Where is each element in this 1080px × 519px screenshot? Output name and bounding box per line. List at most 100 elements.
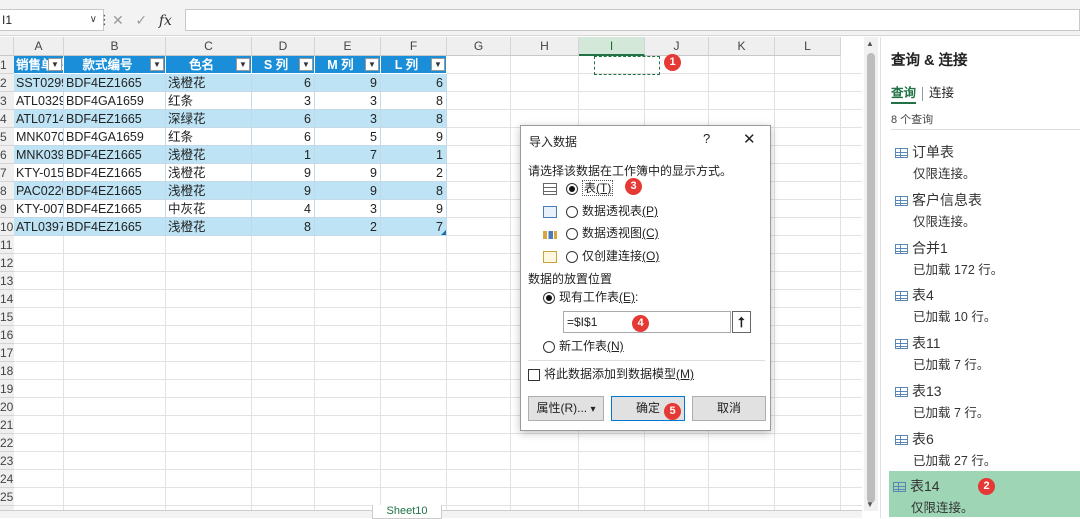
column-header-j[interactable]: J <box>645 37 709 56</box>
row-header-2[interactable]: 2 <box>0 74 14 92</box>
table-cell[interactable]: 9 <box>381 128 447 146</box>
cancel-button[interactable]: 取消 <box>692 396 766 421</box>
row-header-3[interactable]: 3 <box>0 92 14 110</box>
formula-bar-more-icon[interactable]: ⋮ <box>98 9 111 31</box>
table-cell[interactable]: BDF4EZ1665 <box>64 74 166 92</box>
table-cell[interactable]: BDF4EZ1665 <box>64 200 166 218</box>
selected-cell-I1[interactable] <box>594 56 660 75</box>
table-cell[interactable]: 3 <box>315 200 381 218</box>
table-cell[interactable]: PAC022093zm <box>14 182 64 200</box>
close-icon[interactable]: ✕ <box>743 130 756 148</box>
table-header-cell[interactable]: 销售单号 ▼ <box>14 56 64 74</box>
existing-sheet-radio[interactable] <box>543 291 555 304</box>
table-cell[interactable]: 7 <box>315 146 381 164</box>
option-pivot-table[interactable]: 数据透视表(P) <box>543 202 658 220</box>
insert-function-icon[interactable]: fx <box>159 13 172 29</box>
row-header-15[interactable]: 15 <box>0 308 14 326</box>
table-cell[interactable]: 3 <box>252 92 315 110</box>
vertical-scrollbar[interactable]: ▲ ▼ <box>864 37 878 511</box>
table-resize-handle[interactable] <box>441 230 446 235</box>
scroll-up-icon[interactable]: ▲ <box>866 39 874 48</box>
row-header-21[interactable]: 21 <box>0 416 14 434</box>
query-item[interactable]: 表4 已加载 10 行。 <box>891 280 1080 326</box>
row-header-12[interactable]: 12 <box>0 254 14 272</box>
formula-input[interactable] <box>185 9 1080 31</box>
table-cell[interactable]: 5 <box>315 128 381 146</box>
table-cell[interactable]: 红条 <box>166 128 252 146</box>
table-cell[interactable]: 1 <box>252 146 315 164</box>
option-new-sheet[interactable]: 新工作表(N) <box>543 337 624 355</box>
new-sheet-radio[interactable] <box>543 340 555 353</box>
option-table[interactable]: 表(T) <box>543 179 614 197</box>
filter-dropdown-icon[interactable]: ▼ <box>299 58 313 71</box>
query-item[interactable]: 订单表 仅限连接。 <box>891 137 1080 183</box>
row-header-25[interactable]: 25 <box>0 488 14 506</box>
table-cell[interactable]: SST029913zm <box>14 74 64 92</box>
query-item[interactable]: 表13 已加载 7 行。 <box>891 376 1080 422</box>
table-cell[interactable]: 浅橙花 <box>166 218 252 236</box>
table-cell[interactable]: KTY-015109zm <box>14 164 64 182</box>
row-header-9[interactable]: 9 <box>0 200 14 218</box>
column-header-h[interactable]: H <box>511 37 579 56</box>
table-header-cell[interactable]: L 列 ▼ <box>381 56 447 74</box>
table-cell[interactable]: 8 <box>381 182 447 200</box>
column-header-d[interactable]: D <box>252 37 315 56</box>
tab-queries[interactable]: 查询 <box>891 86 917 104</box>
row-header-18[interactable]: 18 <box>0 362 14 380</box>
table-cell[interactable]: BDF4EZ1665 <box>64 218 166 236</box>
table-header-cell[interactable]: 色名 ▼ <box>166 56 252 74</box>
table-header-cell[interactable]: 款式编号 ▼ <box>64 56 166 74</box>
row-header-22[interactable]: 22 <box>0 434 14 452</box>
table-cell[interactable]: 8 <box>381 110 447 128</box>
column-header-f[interactable]: F <box>381 37 447 56</box>
filter-dropdown-icon[interactable]: ▼ <box>150 58 164 71</box>
add-to-data-model[interactable]: 将此数据添加到数据模型(M) <box>528 365 694 383</box>
table-cell[interactable]: 1 <box>381 146 447 164</box>
column-header-c[interactable]: C <box>166 37 252 56</box>
table-radio[interactable] <box>566 182 578 195</box>
table-cell[interactable]: 8 <box>381 92 447 110</box>
row-header-13[interactable]: 13 <box>0 272 14 290</box>
table-cell[interactable]: ATL032956zm <box>14 92 64 110</box>
name-box-dropdown-icon[interactable]: ∨ <box>90 10 97 30</box>
table-header-cell[interactable]: M 列 ▼ <box>315 56 381 74</box>
enter-icon[interactable]: ✓ <box>135 12 147 28</box>
table-cell[interactable]: BDF4EZ1665 <box>64 164 166 182</box>
table-cell[interactable]: 6 <box>252 74 315 92</box>
row-header-11[interactable]: 11 <box>0 236 14 254</box>
option-pivot-chart[interactable]: 数据透视图(C) <box>543 224 659 242</box>
table-cell[interactable]: BDF4GA1659 <box>64 128 166 146</box>
row-header-4[interactable]: 4 <box>0 110 14 128</box>
row-header-10[interactable]: 10 <box>0 218 14 236</box>
column-header-b[interactable]: B <box>64 37 166 56</box>
scroll-down-icon[interactable]: ▼ <box>866 500 874 509</box>
table-cell[interactable]: 6 <box>252 110 315 128</box>
column-header-a[interactable]: A <box>14 37 64 56</box>
column-header-k[interactable]: K <box>709 37 775 56</box>
row-header-6[interactable]: 6 <box>0 146 14 164</box>
row-header-16[interactable]: 16 <box>0 326 14 344</box>
table-cell[interactable]: 9 <box>252 182 315 200</box>
tab-connections[interactable]: 连接 <box>929 86 954 100</box>
row-header-17[interactable]: 17 <box>0 344 14 362</box>
table-cell[interactable]: 6 <box>252 128 315 146</box>
cancel-icon[interactable]: ✕ <box>112 12 124 28</box>
table-cell[interactable]: 6 <box>381 74 447 92</box>
help-icon[interactable]: ? <box>703 131 710 146</box>
pivot-table-radio[interactable] <box>566 205 578 218</box>
row-header-20[interactable]: 20 <box>0 398 14 416</box>
row-header-1[interactable]: 1 <box>0 56 14 74</box>
properties-button[interactable]: 属性(R)... ▾ <box>528 396 604 421</box>
connection-only-radio[interactable] <box>566 250 578 263</box>
table-cell[interactable]: ATL039739zm <box>14 218 64 236</box>
table-cell[interactable]: 9 <box>315 164 381 182</box>
collapse-dialog-icon[interactable]: ⭡ <box>732 311 751 333</box>
table-cell[interactable]: 浅橙花 <box>166 146 252 164</box>
scrollbar-thumb[interactable] <box>867 53 875 503</box>
table-cell[interactable]: 浅橙花 <box>166 164 252 182</box>
row-header-7[interactable]: 7 <box>0 164 14 182</box>
table-cell[interactable]: 9 <box>315 182 381 200</box>
table-cell[interactable]: ATL071421zm <box>14 110 64 128</box>
table-cell[interactable]: BDF4EZ1665 <box>64 146 166 164</box>
table-header-cell[interactable]: S 列 ▼ <box>252 56 315 74</box>
